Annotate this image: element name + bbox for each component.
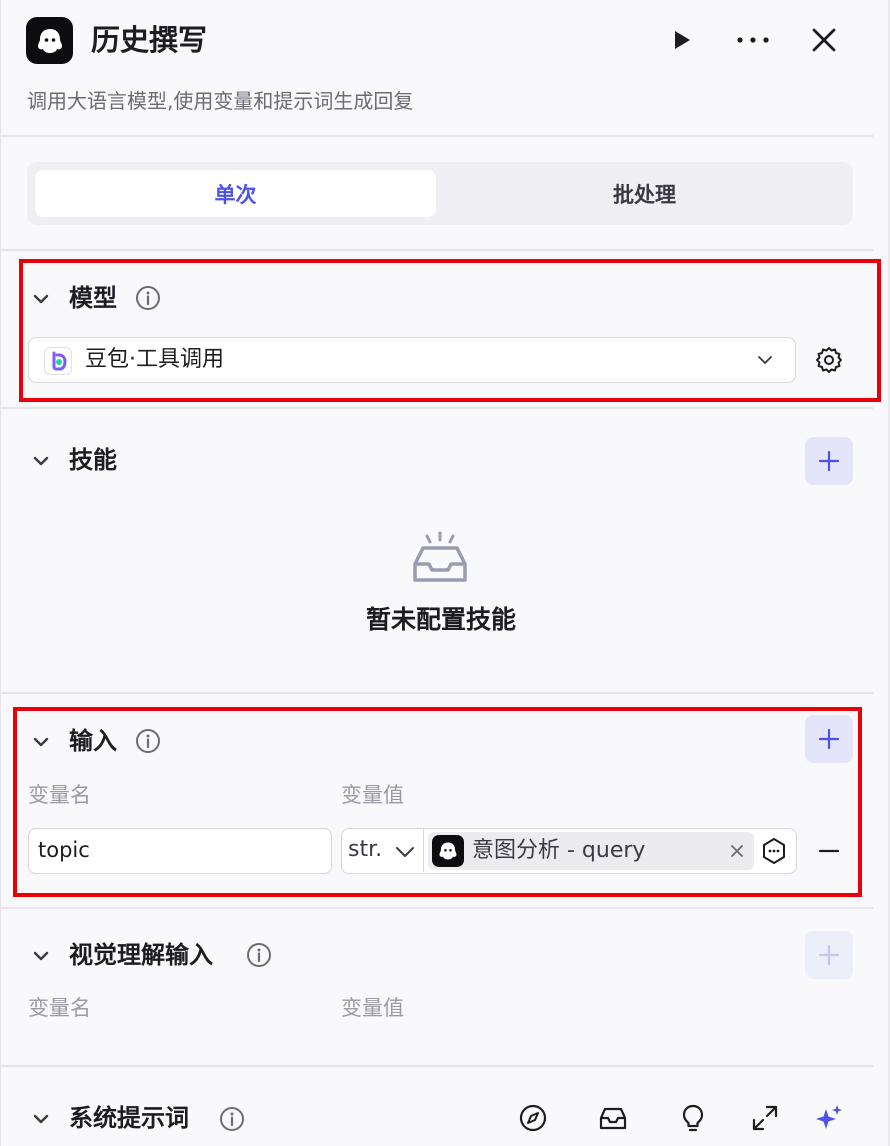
- model-select[interactable]: 豆包·工具调用: [28, 337, 796, 383]
- add-vision-input-button[interactable]: [805, 931, 853, 979]
- model-name: 豆包·工具调用: [85, 347, 224, 372]
- section-title-vision-input: 视觉理解输入: [69, 941, 213, 969]
- section-title-skills: 技能: [69, 446, 117, 474]
- compass-icon[interactable]: [518, 1103, 548, 1133]
- node-description[interactable]: 调用大语言模型,使用变量和提示词生成回复: [27, 86, 413, 116]
- tab-batch[interactable]: 批处理: [444, 170, 845, 217]
- section-title-system-prompt: 系统提示词: [69, 1104, 189, 1132]
- ghost-logo-icon: [26, 17, 73, 64]
- column-label-name: 变量名: [28, 783, 91, 807]
- more-icon[interactable]: [733, 20, 773, 60]
- close-icon[interactable]: [804, 20, 844, 60]
- divider: [1, 1065, 873, 1067]
- variable-reference-tag[interactable]: 意图分析 - query: [428, 832, 754, 870]
- type-label: str.: [348, 837, 383, 862]
- chevron-down-icon[interactable]: [28, 286, 54, 312]
- mode-tabs: 单次 批处理: [27, 162, 853, 225]
- add-input-button[interactable]: [805, 715, 853, 763]
- chevron-down-icon[interactable]: [28, 729, 54, 755]
- divider: [1, 692, 873, 694]
- column-label-value: 变量值: [341, 996, 404, 1020]
- variable-picker-icon[interactable]: [760, 837, 788, 865]
- divider: [1, 135, 873, 137]
- info-icon[interactable]: [219, 1106, 245, 1132]
- divider: [1, 407, 873, 409]
- expand-icon[interactable]: [750, 1103, 780, 1133]
- divider: [1, 249, 873, 251]
- chevron-down-icon[interactable]: [28, 448, 54, 474]
- inbox-upload-icon[interactable]: [598, 1103, 628, 1133]
- column-label-value: 变量值: [341, 783, 404, 807]
- tab-single[interactable]: 单次: [35, 170, 436, 217]
- divider: [1, 907, 873, 909]
- add-skill-button[interactable]: [805, 437, 853, 485]
- variable-name-input[interactable]: topic: [28, 828, 332, 874]
- doubao-logo-icon: [44, 347, 72, 375]
- chevron-down-icon[interactable]: [28, 943, 54, 969]
- info-icon[interactable]: [135, 285, 161, 311]
- node-title[interactable]: 历史撰写: [91, 20, 207, 60]
- section-title-input: 输入: [69, 727, 117, 755]
- ai-sparkle-icon[interactable]: [814, 1103, 844, 1133]
- gear-icon[interactable]: [814, 345, 844, 375]
- type-select[interactable]: str.: [342, 829, 424, 872]
- close-icon[interactable]: [728, 842, 746, 860]
- empty-inbox-icon: [411, 530, 469, 588]
- empty-skills-text: 暂未配置技能: [365, 605, 516, 634]
- reference-label: 意图分析 - query: [472, 838, 646, 863]
- ghost-logo-icon: [432, 835, 464, 867]
- section-title-model: 模型: [69, 284, 117, 312]
- chevron-down-icon[interactable]: [28, 1106, 54, 1132]
- node-config-panel: 历史撰写 调用大语言模型,使用变量和提示词生成回复 单次 批处理 模型 豆包·工…: [0, 0, 890, 1146]
- play-icon[interactable]: [661, 20, 701, 60]
- lightbulb-icon[interactable]: [678, 1103, 708, 1133]
- info-icon[interactable]: [135, 728, 161, 754]
- column-label-name: 变量名: [28, 996, 91, 1020]
- info-icon[interactable]: [246, 942, 272, 968]
- chevron-down-icon: [394, 841, 416, 863]
- variable-value-field: str. 意图分析 - query: [341, 828, 797, 874]
- chevron-down-icon: [755, 350, 775, 370]
- remove-row-button[interactable]: [816, 838, 842, 864]
